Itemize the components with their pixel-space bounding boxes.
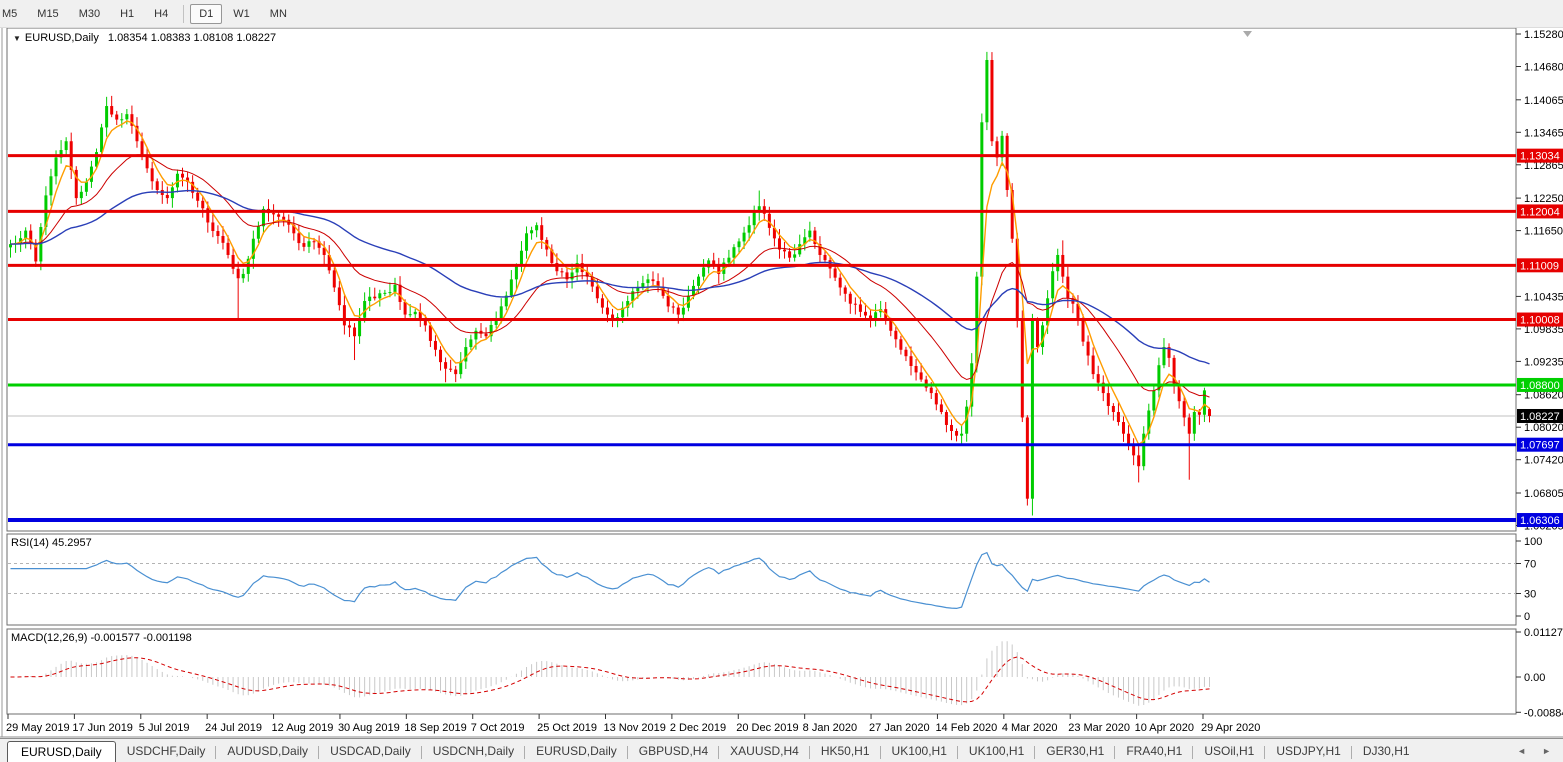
tab-scrollers: ◄ ► [1517, 746, 1563, 756]
timeframe-button-m15[interactable]: M15 [28, 4, 67, 24]
timeframe-button-h1[interactable]: H1 [111, 4, 143, 24]
svg-text:100: 100 [1524, 536, 1542, 548]
chart-title-symbol: EURUSD,Daily [24, 32, 99, 44]
svg-text:1.15280: 1.15280 [1524, 29, 1563, 41]
svg-text:1.08227: 1.08227 [1520, 411, 1560, 423]
chart-title-ohlc: 1.08354 1.08383 1.08108 1.08227 [107, 32, 277, 44]
chart-title: ▼ EURUSD,Daily 1.08354 1.08383 1.08108 1.0… [13, 32, 276, 44]
svg-text:20 Dec 2019: 20 Dec 2019 [736, 722, 798, 734]
chart-tab-usdjpy-h1[interactable]: USDJPY,H1 [1265, 741, 1353, 761]
svg-text:4 Mar 2020: 4 Mar 2020 [1002, 722, 1058, 734]
chart-tab-eurusd-daily[interactable]: EURUSD,Daily [525, 741, 628, 761]
chart-tab-usdcad-daily[interactable]: USDCAD,Daily [319, 741, 422, 761]
svg-text:13 Nov 2019: 13 Nov 2019 [604, 722, 666, 734]
chart-tab-ger30-h1[interactable]: GER30,H1 [1035, 741, 1116, 761]
tab-scroll-right-icon[interactable]: ► [1542, 746, 1551, 756]
timeframe-button-mn[interactable]: MN [261, 4, 296, 24]
svg-text:10 Apr 2020: 10 Apr 2020 [1135, 722, 1194, 734]
svg-text:2 Dec 2019: 2 Dec 2019 [670, 722, 726, 734]
svg-text:18 Sep 2019: 18 Sep 2019 [404, 722, 466, 734]
timeframe-button-d1[interactable]: D1 [190, 3, 223, 24]
timeframe-button-w1[interactable]: W1 [224, 4, 259, 24]
svg-text:1.12250: 1.12250 [1524, 193, 1563, 205]
svg-text:29 May 2019: 29 May 2019 [6, 722, 70, 734]
svg-text:1.06805: 1.06805 [1524, 488, 1563, 500]
chart-tab-usdcnh-daily[interactable]: USDCNH,Daily [422, 741, 526, 761]
panel-frames [6, 27, 1517, 715]
svg-text:1.10008: 1.10008 [1520, 315, 1560, 327]
svg-text:29 Apr 2020: 29 Apr 2020 [1201, 722, 1260, 734]
timeframe-toolbar: M5 M15 M30 H1 H4 D1 W1 MN [0, 0, 1563, 28]
svg-text:0: 0 [1524, 611, 1530, 623]
rsi-indicator-label: RSI(14) 45.2957 [11, 537, 92, 549]
chart-tab-hk50-h1[interactable]: HK50,H1 [810, 741, 881, 761]
svg-text:8 Jan 2020: 8 Jan 2020 [803, 722, 857, 734]
svg-text:24 Jul 2019: 24 Jul 2019 [205, 722, 262, 734]
chart-tab-dj30-h1[interactable]: DJ30,H1 [1352, 741, 1421, 761]
svg-text:1.07420: 1.07420 [1524, 455, 1563, 467]
svg-text:27 Jan 2020: 27 Jan 2020 [869, 722, 930, 734]
svg-text:0.00: 0.00 [1524, 672, 1545, 684]
svg-text:17 Jun 2019: 17 Jun 2019 [72, 722, 133, 734]
svg-text:1.06306: 1.06306 [1520, 515, 1560, 527]
svg-text:7 Oct 2019: 7 Oct 2019 [471, 722, 525, 734]
svg-text:25 Oct 2019: 25 Oct 2019 [537, 722, 597, 734]
chart-tab-usdchf-daily[interactable]: USDCHF,Daily [116, 741, 217, 761]
chart-tab-uk100-h1[interactable]: UK100,H1 [958, 741, 1036, 761]
svg-text:1.08800: 1.08800 [1520, 380, 1560, 392]
chart-tab-eurusd-daily[interactable]: EURUSD,Daily [7, 740, 116, 762]
symbol-dropdown-icon[interactable]: ▼ [13, 34, 21, 43]
chart-tab-uk100-h1[interactable]: UK100,H1 [881, 741, 959, 761]
svg-text:1.11009: 1.11009 [1520, 260, 1559, 272]
svg-text:-0.008845: -0.008845 [1524, 707, 1563, 719]
chart-tabs: EURUSD,Daily USDCHF,Daily AUDUSD,Daily USDC… [0, 740, 1421, 762]
chart-tab-audusd-daily[interactable]: AUDUSD,Daily [216, 741, 319, 761]
chart-tab-bar: EURUSD,Daily USDCHF,Daily AUDUSD,Daily USDC… [0, 738, 1563, 762]
svg-text:0.011277: 0.011277 [1524, 627, 1563, 639]
tab-scroll-left-icon[interactable]: ◄ [1517, 746, 1526, 756]
svg-text:30 Aug 2019: 30 Aug 2019 [338, 722, 400, 734]
svg-text:70: 70 [1524, 559, 1536, 571]
chart-tab-xauusd-h4[interactable]: XAUUSD,H4 [719, 741, 810, 761]
svg-text:1.14680: 1.14680 [1524, 61, 1563, 73]
svg-text:1.12004: 1.12004 [1520, 206, 1560, 218]
timeframe-button-m5[interactable]: M5 [0, 4, 26, 24]
svg-text:1.09235: 1.09235 [1524, 356, 1563, 368]
toolbar-separator [183, 4, 185, 23]
svg-text:30: 30 [1524, 589, 1536, 601]
timeframe-button-h4[interactable]: H4 [145, 4, 177, 24]
svg-text:1.11650: 1.11650 [1524, 226, 1563, 238]
price-chart-canvas[interactable]: 1.152801.146801.140651.134651.128651.122… [0, 0, 1563, 738]
svg-text:5 Jul 2019: 5 Jul 2019 [139, 722, 190, 734]
svg-text:1.14065: 1.14065 [1524, 95, 1563, 107]
svg-text:1.13034: 1.13034 [1520, 151, 1560, 163]
svg-text:23 Mar 2020: 23 Mar 2020 [1068, 722, 1130, 734]
chart-tab-gbpusd-h4[interactable]: GBPUSD,H4 [628, 741, 720, 761]
svg-text:14 Feb 2020: 14 Feb 2020 [935, 722, 997, 734]
svg-text:1.08020: 1.08020 [1524, 422, 1563, 434]
macd-indicator-label: MACD(12,26,9) -0.001577 -0.001198 [11, 632, 192, 644]
chart-tab-fra40-h1[interactable]: FRA40,H1 [1115, 741, 1194, 761]
terminal-window: M5 M15 M30 H1 H4 D1 W1 MN 1.15280 1.14680 1.14065… [0, 0, 1563, 762]
timeframe-button-m30[interactable]: M30 [70, 4, 109, 24]
svg-text:1.13465: 1.13465 [1524, 127, 1563, 139]
svg-text:1.07697: 1.07697 [1520, 440, 1560, 452]
svg-text:1.10435: 1.10435 [1524, 291, 1563, 303]
chart-tab-usoil-h1[interactable]: USOil,H1 [1193, 741, 1266, 761]
svg-text:12 Aug 2019: 12 Aug 2019 [272, 722, 334, 734]
